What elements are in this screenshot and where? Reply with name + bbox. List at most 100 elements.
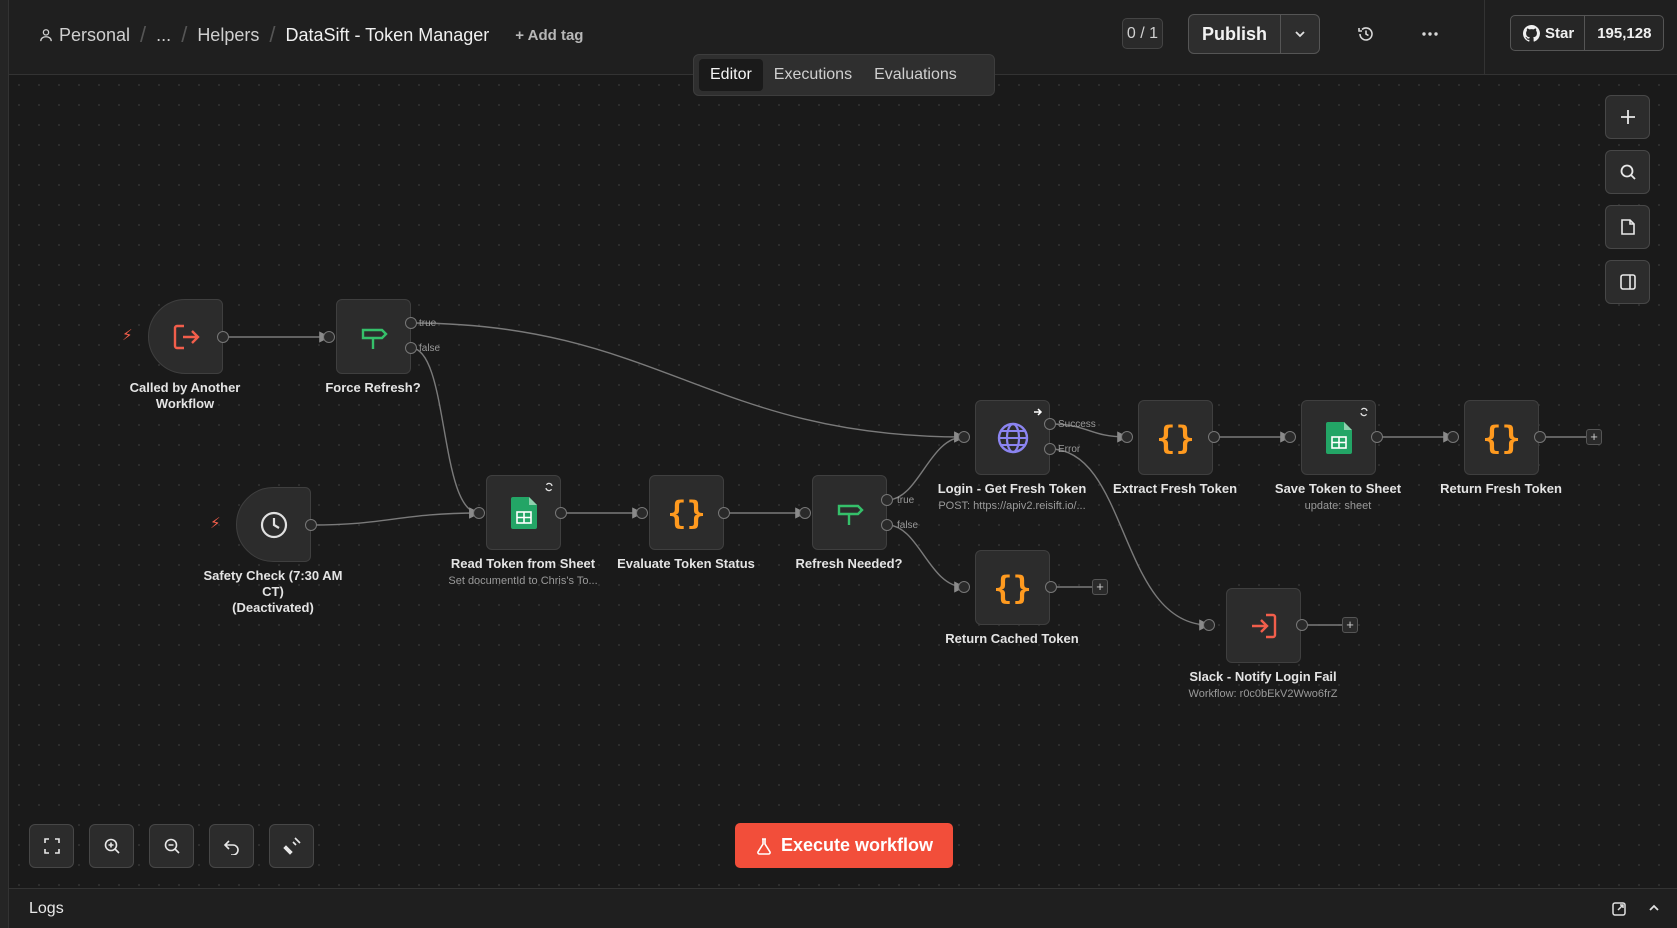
execute-workflow-icon bbox=[1251, 613, 1276, 638]
google-sheets-icon bbox=[1325, 421, 1352, 454]
output-handle-true[interactable] bbox=[881, 494, 893, 506]
branch-label-true: true bbox=[419, 318, 437, 329]
history-button[interactable] bbox=[1352, 20, 1380, 48]
input-handle[interactable] bbox=[1284, 431, 1296, 443]
more-options-button[interactable] bbox=[1416, 20, 1444, 48]
branch-label-success: Success bbox=[1058, 419, 1096, 430]
add-node-button[interactable]: + bbox=[1586, 429, 1602, 445]
workflow-trigger-icon bbox=[173, 324, 200, 349]
tab-executions[interactable]: Executions bbox=[763, 59, 863, 91]
code-braces-icon: {} bbox=[1156, 418, 1195, 457]
github-icon bbox=[1523, 24, 1540, 42]
output-handle[interactable] bbox=[1045, 581, 1057, 593]
n8n-app: Personal / ... / Helpers / DataSift - To… bbox=[0, 0, 1677, 928]
node-called-by-another-workflow[interactable] bbox=[148, 299, 223, 374]
breadcrumb-ellipsis[interactable]: ... bbox=[156, 25, 171, 46]
output-handle[interactable] bbox=[1208, 431, 1220, 443]
node-subtitle: POST: https://apiv2.reisift.io/... bbox=[938, 500, 1086, 512]
github-star-button[interactable]: Star bbox=[1511, 16, 1586, 50]
node-label: Refresh Needed? bbox=[795, 556, 903, 571]
output-handle-error[interactable] bbox=[1044, 443, 1056, 455]
tidy-up-button[interactable] bbox=[269, 824, 314, 868]
search-nodes-button[interactable] bbox=[1605, 150, 1650, 194]
add-node-button[interactable]: + bbox=[1342, 617, 1358, 633]
add-node-panel-button[interactable] bbox=[1605, 95, 1650, 139]
output-handle-success[interactable] bbox=[1044, 418, 1056, 430]
add-tag-button[interactable]: + Add tag bbox=[515, 27, 583, 44]
input-handle[interactable] bbox=[1121, 431, 1133, 443]
add-node-button[interactable]: + bbox=[1092, 579, 1108, 595]
node-read-token-from-sheet[interactable] bbox=[486, 475, 561, 550]
branch-label-true: true bbox=[897, 495, 915, 506]
output-handle-false[interactable] bbox=[405, 342, 417, 354]
output-handle[interactable] bbox=[217, 331, 229, 343]
output-handle[interactable] bbox=[1296, 619, 1308, 631]
node-return-fresh-token[interactable]: {} bbox=[1464, 400, 1539, 475]
github-star-widget[interactable]: Star 195,128 bbox=[1510, 15, 1665, 51]
view-tabs: Editor Executions Evaluations bbox=[693, 54, 995, 96]
input-handle[interactable] bbox=[799, 507, 811, 519]
workflow-canvas[interactable]: ⚡ Called by Another Workflow true false … bbox=[9, 75, 1677, 888]
code-braces-icon: {} bbox=[1482, 418, 1521, 457]
input-handle[interactable] bbox=[1203, 619, 1215, 631]
star-count: 195,128 bbox=[1597, 24, 1652, 42]
node-login-get-fresh-token[interactable] bbox=[975, 400, 1050, 475]
node-return-cached-token[interactable]: {} bbox=[975, 550, 1050, 625]
input-handle[interactable] bbox=[958, 431, 970, 443]
input-handle[interactable] bbox=[473, 507, 485, 519]
zoom-out-button[interactable] bbox=[149, 824, 194, 868]
node-label: Evaluate Token Status bbox=[617, 556, 755, 571]
publish-button[interactable]: Publish bbox=[1189, 15, 1281, 53]
input-handle[interactable] bbox=[323, 331, 335, 343]
input-handle[interactable] bbox=[636, 507, 648, 519]
if-signpost-icon bbox=[361, 328, 388, 349]
output-handle[interactable] bbox=[555, 507, 567, 519]
output-handle[interactable] bbox=[305, 519, 317, 531]
node-extract-fresh-token[interactable]: {} bbox=[1138, 400, 1213, 475]
breadcrumb-personal[interactable]: Personal bbox=[59, 25, 130, 46]
node-label: Slack - Notify Login Fail bbox=[1189, 669, 1337, 684]
fullscreen-icon bbox=[43, 838, 60, 854]
fit-view-button[interactable] bbox=[29, 824, 74, 868]
node-label-line: Safety Check (7:30 AM CT) bbox=[203, 568, 343, 599]
zoom-in-button[interactable] bbox=[89, 824, 134, 868]
breadcrumb-helpers[interactable]: Helpers bbox=[197, 25, 259, 46]
output-handle-false[interactable] bbox=[881, 519, 893, 531]
node-evaluate-token-status[interactable]: {} bbox=[649, 475, 724, 550]
edge-safety-to-read bbox=[310, 507, 481, 526]
zoom-in-icon bbox=[104, 838, 120, 854]
search-icon bbox=[1620, 164, 1636, 180]
star-label: Star bbox=[1545, 24, 1575, 42]
tab-editor[interactable]: Editor bbox=[699, 59, 763, 91]
workflow-name[interactable]: DataSift - Token Manager bbox=[285, 25, 489, 46]
publish-dropdown-button[interactable] bbox=[1281, 15, 1319, 53]
input-handle[interactable] bbox=[958, 581, 970, 593]
user-icon bbox=[40, 29, 52, 42]
output-handle[interactable] bbox=[1371, 431, 1383, 443]
output-handle[interactable] bbox=[1534, 431, 1546, 443]
branch-label-error: Error bbox=[1058, 444, 1081, 455]
globe-icon bbox=[997, 422, 1028, 453]
breadcrumb: Personal / ... / Helpers / DataSift - To… bbox=[39, 22, 583, 48]
pop-out-icon[interactable] bbox=[1611, 901, 1627, 917]
undo-icon bbox=[223, 840, 239, 855]
tab-evaluations[interactable]: Evaluations bbox=[863, 59, 968, 91]
node-refresh-needed[interactable] bbox=[812, 475, 887, 550]
input-handle[interactable] bbox=[1447, 431, 1459, 443]
node-force-refresh[interactable] bbox=[336, 299, 411, 374]
publish-button-group: Publish bbox=[1188, 14, 1320, 54]
node-slack-notify-login-fail[interactable] bbox=[1226, 588, 1301, 663]
logs-panel[interactable]: Logs bbox=[9, 888, 1677, 928]
chevron-up-icon[interactable] bbox=[1647, 901, 1661, 915]
node-label-line: (Deactivated) bbox=[232, 600, 314, 615]
breadcrumb-separator: / bbox=[269, 22, 276, 47]
node-save-token-to-sheet[interactable] bbox=[1301, 400, 1376, 475]
undo-button[interactable] bbox=[209, 824, 254, 868]
output-handle-true[interactable] bbox=[405, 317, 417, 329]
toggle-panel-button[interactable] bbox=[1605, 260, 1650, 304]
output-handle[interactable] bbox=[718, 507, 730, 519]
execute-workflow-button[interactable]: Execute workflow bbox=[735, 823, 953, 868]
header-divider bbox=[1484, 0, 1485, 75]
sticky-note-button[interactable] bbox=[1605, 205, 1650, 249]
node-safety-check[interactable] bbox=[236, 487, 311, 562]
